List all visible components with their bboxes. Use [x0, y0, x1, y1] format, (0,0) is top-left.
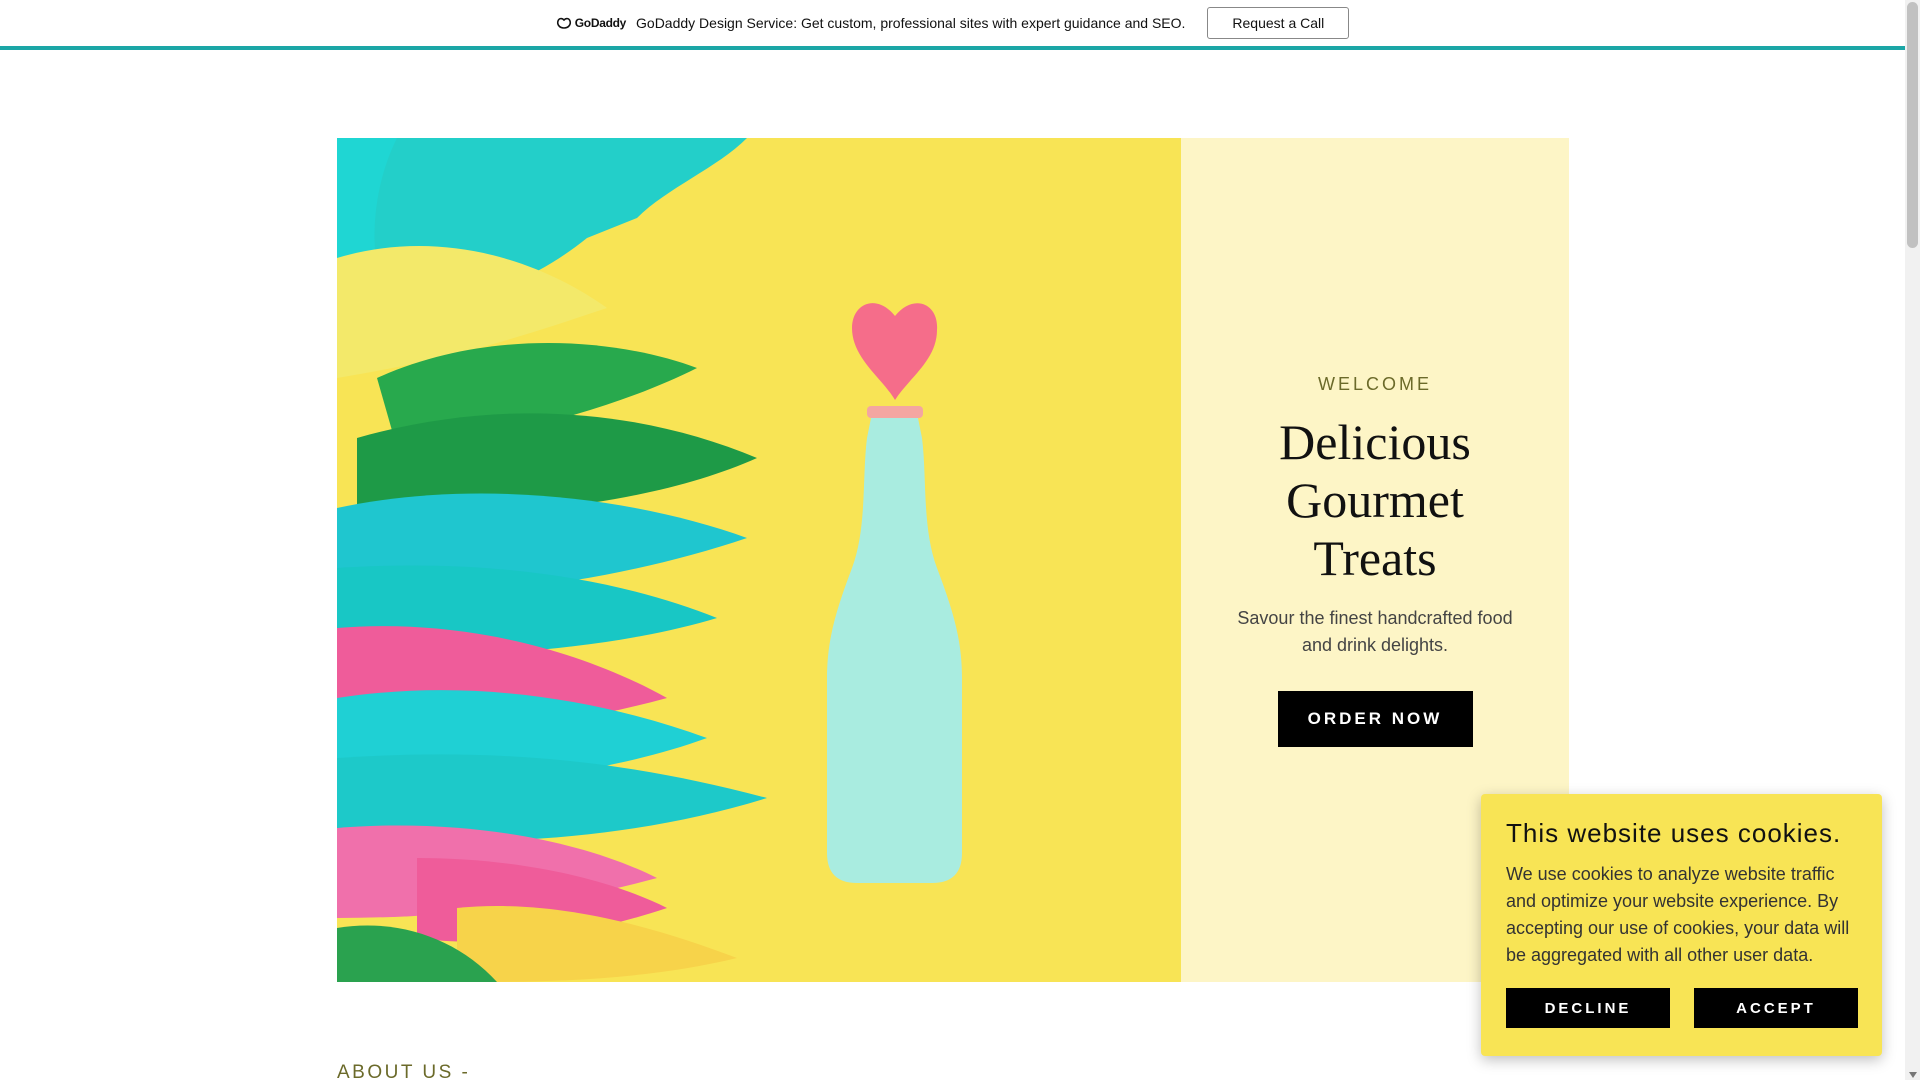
- promo-message: GoDaddy Design Service: Get custom, prof…: [636, 15, 1186, 31]
- hero-image: [337, 138, 1181, 982]
- hero-section: WELCOME Delicious Gourmet Treats Savour …: [337, 138, 1569, 982]
- cookie-body: We use cookies to analyze website traffi…: [1506, 864, 1850, 965]
- cookie-consent-dialog: This website uses cookies. We use cookie…: [1481, 794, 1882, 1056]
- promo-banner: GoDaddy GoDaddy Design Service: Get cust…: [0, 0, 1905, 50]
- hero-eyebrow: WELCOME: [1317, 373, 1432, 394]
- hero-title: Delicious Gourmet Treats: [1279, 413, 1471, 586]
- order-now-button[interactable]: ORDER NOW: [1277, 690, 1473, 747]
- scroll-down-arrow-icon[interactable]: [1909, 1072, 1917, 1078]
- request-call-button[interactable]: Request a Call: [1207, 7, 1350, 39]
- godaddy-logo-text: GoDaddy: [574, 16, 627, 30]
- about-us-heading: ABOUT US -: [337, 1062, 471, 1080]
- accept-button[interactable]: ACCEPT: [1694, 988, 1858, 1028]
- godaddy-logo-icon: [556, 17, 571, 29]
- cookie-actions: DECLINE ACCEPT: [1506, 988, 1858, 1028]
- page-scrollbar[interactable]: [1905, 0, 1920, 1080]
- scrollbar-thumb[interactable]: [1907, 2, 1918, 248]
- cookie-title: This website uses cookies.: [1506, 818, 1842, 848]
- hero-illustration: [337, 138, 1181, 982]
- decline-button[interactable]: DECLINE: [1506, 988, 1670, 1028]
- hero-subtitle: Savour the finest handcrafted food and d…: [1237, 607, 1513, 655]
- godaddy-logo: GoDaddy: [556, 16, 626, 30]
